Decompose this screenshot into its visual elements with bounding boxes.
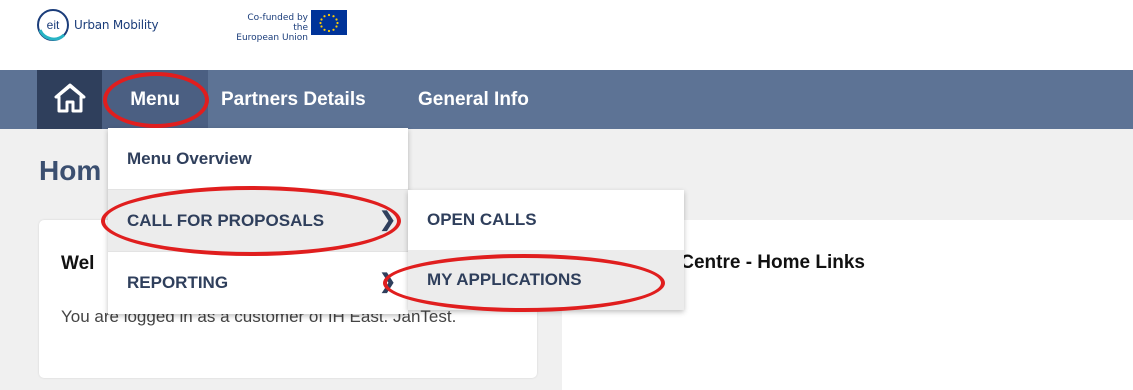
cofunded-line-2: European Union	[236, 33, 308, 43]
cofunded-text: Co-funded by the European Union	[230, 13, 308, 43]
menu-item-reporting[interactable]: REPORTING ❯	[108, 252, 408, 313]
menu-item-overview-label: Menu Overview	[127, 149, 252, 168]
annotation-circle-menu	[103, 72, 209, 128]
home-icon	[54, 83, 86, 113]
submenu-item-open-calls[interactable]: OPEN CALLS	[408, 190, 684, 250]
annotation-circle-my-applications	[383, 254, 665, 312]
annotation-circle-call-for-proposals	[101, 186, 401, 256]
cofunded-line-1: Co-funded by the	[247, 13, 308, 33]
menu-item-overview[interactable]: Menu Overview	[108, 128, 408, 189]
welcome-card-title: Wel	[61, 253, 95, 274]
eit-logo: eit	[36, 8, 70, 42]
header-logo-strip: eit Urban Mobility Co-funded by the Euro…	[0, 0, 1133, 70]
page-title: Hom	[39, 155, 102, 186]
brand-name: Urban Mobility	[74, 18, 159, 32]
menu-item-reporting-label: REPORTING	[127, 273, 229, 292]
home-button[interactable]	[37, 70, 102, 129]
home-links-title: er Centre - Home Links	[657, 252, 865, 273]
nav-partners-details[interactable]: Partners Details	[221, 70, 366, 129]
svg-text:eit: eit	[47, 18, 60, 32]
eu-flag-icon	[311, 10, 347, 35]
nav-general-info[interactable]: General Info	[418, 70, 529, 129]
